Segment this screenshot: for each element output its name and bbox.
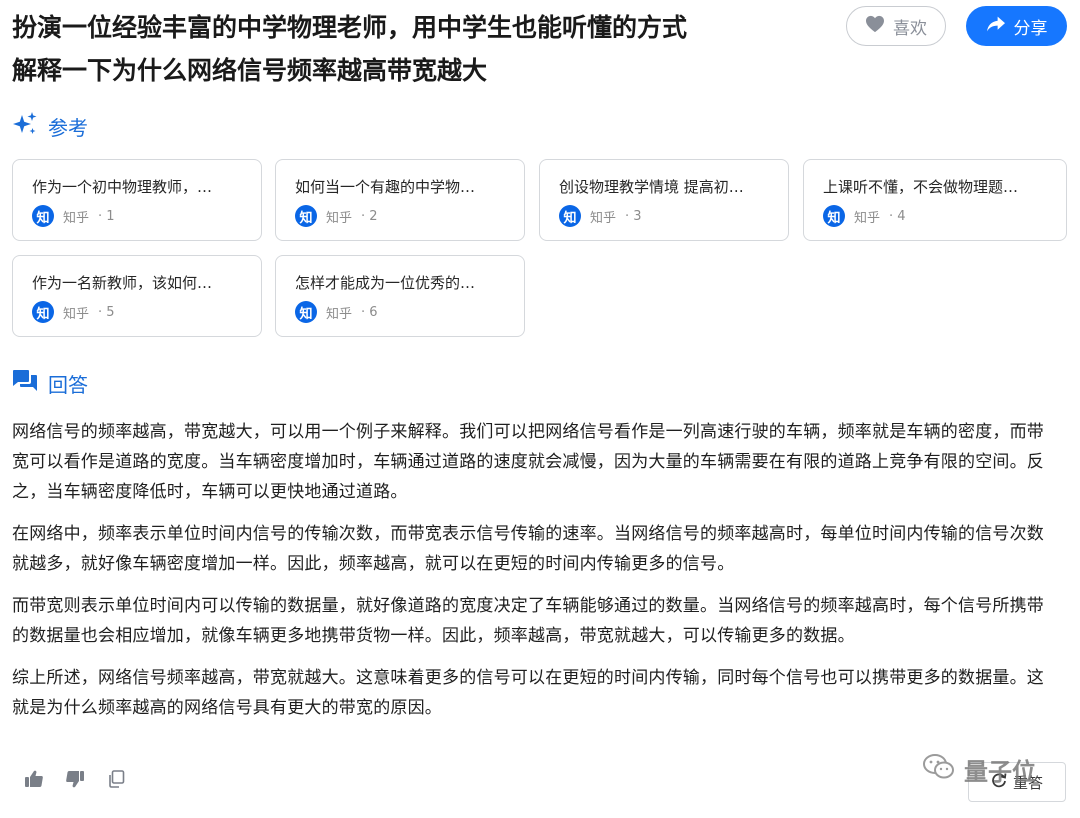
heart-icon (865, 15, 885, 38)
copy-icon (107, 770, 125, 792)
like-button[interactable]: 喜欢 (846, 6, 946, 46)
reference-source: 知 知乎 · 4 (823, 205, 1066, 227)
wechat-logo-icon (922, 753, 956, 787)
reference-source-name: 知乎 (63, 210, 90, 226)
references-heading: 参考 (12, 111, 88, 142)
reference-source: 知 知乎 · 6 (295, 301, 524, 323)
reference-source-name: 知乎 (63, 306, 90, 322)
thumbs-down-icon (65, 770, 85, 792)
zhihu-logo-icon: 知 (295, 205, 317, 227)
like-label: 喜欢 (893, 18, 927, 39)
reference-index: · 4 (889, 208, 906, 224)
thumbs-up-icon (24, 770, 44, 792)
share-button[interactable]: 分享 (966, 6, 1067, 46)
references-heading-label: 参考 (48, 116, 88, 140)
reference-source: 知 知乎 · 3 (559, 205, 788, 227)
question-title-line1: 扮演一位经验丰富的中学物理老师，用中学生也能听懂的方式 (12, 13, 688, 42)
zhihu-logo-icon: 知 (32, 301, 54, 323)
sparkle-icon (12, 111, 38, 142)
answer-paragraph-1: 网络信号的频率越高，带宽越大，可以用一个例子来解释。我们可以把网络信号看作是一列… (12, 422, 1044, 502)
zhihu-logo-icon: 知 (559, 205, 581, 227)
answer-paragraph-4: 综上所述，网络信号频率越高，带宽就越大。这意味着更多的信号可以在更短的时间内传输… (12, 668, 1044, 718)
reference-card-1[interactable]: 作为一个初中物理教师，… 知 知乎 · 1 (12, 159, 262, 241)
reference-index: · 3 (625, 208, 642, 224)
share-arrow-icon (986, 15, 1006, 38)
reference-card-6[interactable]: 怎样才能成为一位优秀的… 知 知乎 · 6 (275, 255, 525, 337)
regenerate-label: 重答 (1012, 773, 1043, 792)
reference-index: · 6 (361, 304, 378, 320)
reference-card-2[interactable]: 如何当一个有趣的中学物… 知 知乎 · 2 (275, 159, 525, 241)
refresh-icon (991, 772, 1007, 792)
reference-title: 作为一名新教师，该如何… (32, 274, 213, 292)
thumbs-up-button[interactable] (22, 769, 46, 793)
zhihu-logo-icon: 知 (295, 301, 317, 323)
answer-paragraph-3: 而带宽则表示单位时间内可以传输的数据量，就好像道路的宽度决定了车辆能够通过的数量… (12, 596, 1044, 646)
answer-heading-label: 回答 (48, 373, 88, 397)
reference-source-name: 知乎 (326, 306, 353, 322)
zhihu-logo-icon: 知 (32, 205, 54, 227)
chat-bubbles-icon (12, 369, 38, 398)
reference-title: 如何当一个有趣的中学物… (295, 178, 476, 196)
page: 扮演一位经验丰富的中学物理老师，用中学生也能听懂的方式 解释一下为什么网络信号频… (0, 0, 1080, 818)
thumbs-down-button[interactable] (63, 769, 87, 793)
answer-heading: 回答 (12, 369, 88, 398)
answer-body: 网络信号的频率越高，带宽越大，可以用一个例子来解释。我们可以把网络信号看作是一列… (12, 417, 1060, 735)
regenerate-button[interactable]: 重答 (968, 762, 1066, 802)
reference-source-name: 知乎 (854, 210, 881, 226)
reference-title: 创设物理教学情境 提高初… (559, 178, 744, 196)
reference-source: 知 知乎 · 2 (295, 205, 524, 227)
reference-title: 怎样才能成为一位优秀的… (295, 274, 476, 292)
reference-index: · 1 (98, 208, 115, 224)
reference-title: 上课听不懂，不会做物理题… (823, 178, 1019, 196)
reference-index: · 5 (98, 304, 115, 320)
question-title: 扮演一位经验丰富的中学物理老师，用中学生也能听懂的方式 解释一下为什么网络信号频… (12, 6, 812, 92)
reference-source: 知 知乎 · 1 (32, 205, 261, 227)
copy-button[interactable] (104, 769, 128, 793)
reference-card-4[interactable]: 上课听不懂，不会做物理题… 知 知乎 · 4 (803, 159, 1067, 241)
reference-card-5[interactable]: 作为一名新教师，该如何… 知 知乎 · 5 (12, 255, 262, 337)
reference-source-name: 知乎 (326, 210, 353, 226)
reference-index: · 2 (361, 208, 378, 224)
zhihu-logo-icon: 知 (823, 205, 845, 227)
reference-title: 作为一个初中物理教师，… (32, 178, 213, 196)
reference-card-3[interactable]: 创设物理教学情境 提高初… 知 知乎 · 3 (539, 159, 789, 241)
reference-source: 知 知乎 · 5 (32, 301, 261, 323)
reference-source-name: 知乎 (590, 210, 617, 226)
answer-paragraph-2: 在网络中，频率表示单位时间内信号的传输次数，而带宽表示信号传输的速率。当网络信号… (12, 524, 1044, 574)
question-title-line2: 解释一下为什么网络信号频率越高带宽越大 (12, 56, 488, 85)
share-label: 分享 (1013, 18, 1048, 39)
